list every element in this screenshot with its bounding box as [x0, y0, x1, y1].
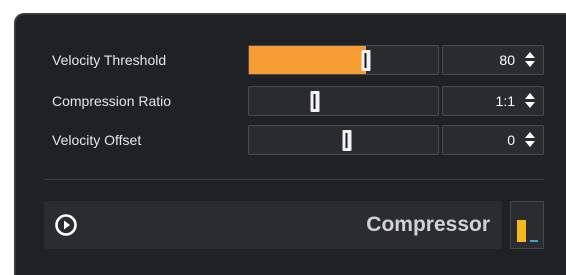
meter-bar — [517, 220, 526, 242]
plugin-name: Compressor — [366, 213, 490, 236]
increment-arrow-icon[interactable] — [525, 93, 535, 99]
param-value[interactable]: 1:1 — [496, 93, 515, 109]
param-label: Velocity Offset — [52, 132, 142, 148]
plugin-bar: Compressor — [44, 201, 502, 249]
slider-fill — [249, 46, 366, 74]
compressor-panel: Velocity Threshold 80 Compression Ratio … — [14, 13, 566, 275]
compression-ratio-slider[interactable] — [248, 86, 439, 116]
velocity-offset-slider[interactable] — [248, 125, 439, 155]
up-down-arrows-icon[interactable] — [525, 131, 535, 149]
meter-indicator — [530, 240, 538, 242]
velocity-threshold-slider[interactable] — [248, 45, 439, 75]
activity-meter — [510, 201, 544, 249]
decrement-arrow-icon[interactable] — [525, 61, 535, 67]
param-row-velocity-threshold: Velocity Threshold 80 — [16, 45, 566, 75]
param-label: Velocity Threshold — [52, 52, 167, 68]
slider-handle[interactable] — [310, 91, 320, 112]
param-row-compression-ratio: Compression Ratio 1:1 — [16, 86, 566, 116]
increment-arrow-icon[interactable] — [525, 132, 535, 138]
velocity-threshold-value-field[interactable]: 80 — [442, 45, 544, 75]
up-down-arrows-icon[interactable] — [525, 51, 535, 69]
power-icon[interactable] — [54, 213, 78, 237]
decrement-arrow-icon[interactable] — [525, 102, 535, 108]
param-row-velocity-offset: Velocity Offset 0 — [16, 125, 566, 155]
slider-handle[interactable] — [342, 130, 352, 151]
up-down-arrows-icon[interactable] — [525, 92, 535, 110]
slider-handle[interactable] — [361, 50, 371, 71]
divider — [44, 179, 544, 180]
param-value[interactable]: 80 — [499, 52, 515, 68]
decrement-arrow-icon[interactable] — [525, 141, 535, 147]
param-label: Compression Ratio — [52, 93, 172, 109]
velocity-offset-value-field[interactable]: 0 — [442, 125, 544, 155]
param-value[interactable]: 0 — [507, 132, 515, 148]
increment-arrow-icon[interactable] — [525, 52, 535, 58]
compression-ratio-value-field[interactable]: 1:1 — [442, 86, 544, 116]
